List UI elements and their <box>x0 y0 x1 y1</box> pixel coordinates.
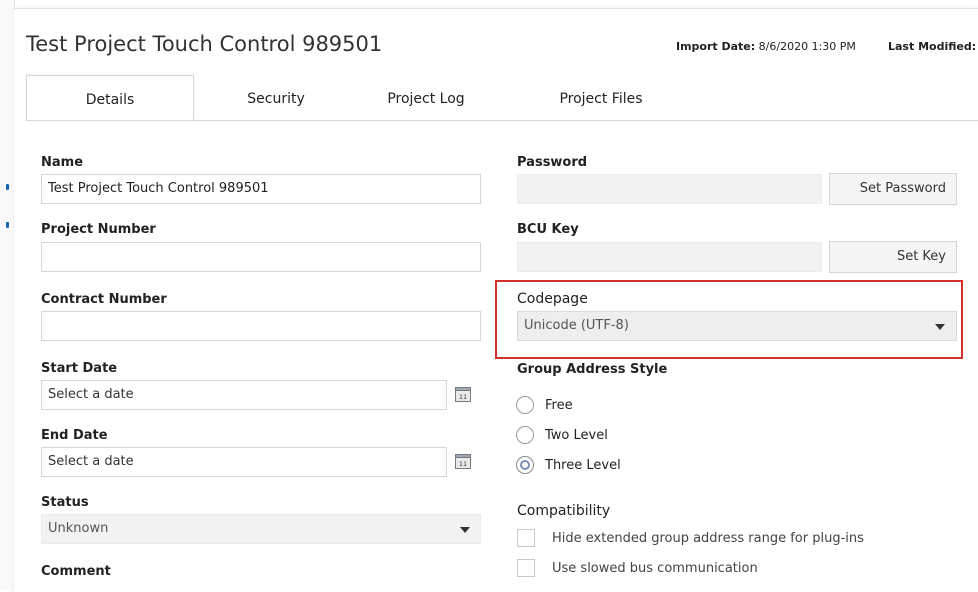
tab-project-files[interactable]: Project Files <box>526 75 676 121</box>
project-number-label: Project Number <box>41 222 156 237</box>
edge-marker <box>6 184 9 190</box>
import-date: Import Date: 8/6/2020 1:30 PM <box>676 40 856 53</box>
project-number-field[interactable] <box>41 242 481 272</box>
checkbox-slowed-bus-label: Use slowed bus communication <box>552 561 758 576</box>
end-date-label: End Date <box>41 428 108 443</box>
radio-three-level-label: Three Level <box>545 458 621 473</box>
svg-text:11: 11 <box>459 460 467 468</box>
tab-security[interactable]: Security <box>216 75 336 121</box>
tab-details[interactable]: Details <box>26 75 194 121</box>
calendar-icon[interactable]: 11 <box>455 386 471 402</box>
status-label: Status <box>41 495 89 510</box>
password-field[interactable] <box>517 174 822 204</box>
tab-project-log[interactable]: Project Log <box>366 75 486 121</box>
name-label: Name <box>41 155 84 170</box>
page-title: Test Project Touch Control 989501 <box>26 32 383 56</box>
tab-content-border <box>26 120 978 121</box>
radio-two-level-label: Two Level <box>545 428 608 443</box>
radio-free-label: Free <box>545 398 573 413</box>
status-value: Unknown <box>48 521 109 536</box>
contract-number-label: Contract Number <box>41 292 167 307</box>
import-date-label: Import Date: <box>676 40 756 53</box>
checkbox-hide-extended-range[interactable] <box>517 529 535 547</box>
comment-label: Comment <box>41 564 111 579</box>
start-date-label: Start Date <box>41 361 118 376</box>
edge-marker <box>6 222 9 228</box>
status-dropdown[interactable]: Unknown <box>41 514 481 544</box>
name-field[interactable]: Test Project Touch Control 989501 <box>41 174 481 204</box>
codepage-highlight-box <box>495 280 963 359</box>
tab-bar: Details Security Project Log Project Fil… <box>26 75 978 121</box>
bcu-key-field[interactable] <box>517 242 822 272</box>
group-address-style-label: Group Address Style <box>517 362 668 377</box>
checkbox-hide-extended-range-label: Hide extended group address range for pl… <box>552 531 864 546</box>
password-label: Password <box>517 155 588 170</box>
radio-free[interactable] <box>516 396 534 414</box>
bcu-key-label: BCU Key <box>517 222 579 237</box>
left-edge-strip <box>0 0 15 591</box>
set-password-button[interactable]: Set Password <box>829 173 957 205</box>
compatibility-label: Compatibility <box>517 503 611 519</box>
import-date-value: 8/6/2020 1:30 PM <box>758 40 856 53</box>
svg-text:11: 11 <box>459 393 467 401</box>
chevron-down-icon <box>460 527 470 533</box>
radio-three-level[interactable] <box>516 456 534 474</box>
last-modified: Last Modified: <box>888 40 976 53</box>
contract-number-field[interactable] <box>41 311 481 341</box>
start-date-field[interactable]: Select a date <box>41 380 447 410</box>
end-date-field[interactable]: Select a date <box>41 447 447 477</box>
last-modified-label: Last Modified: <box>888 40 977 53</box>
calendar-icon[interactable]: 11 <box>455 453 471 469</box>
checkbox-slowed-bus[interactable] <box>517 559 535 577</box>
radio-two-level[interactable] <box>516 426 534 444</box>
set-key-button[interactable]: Set Key <box>829 241 957 273</box>
